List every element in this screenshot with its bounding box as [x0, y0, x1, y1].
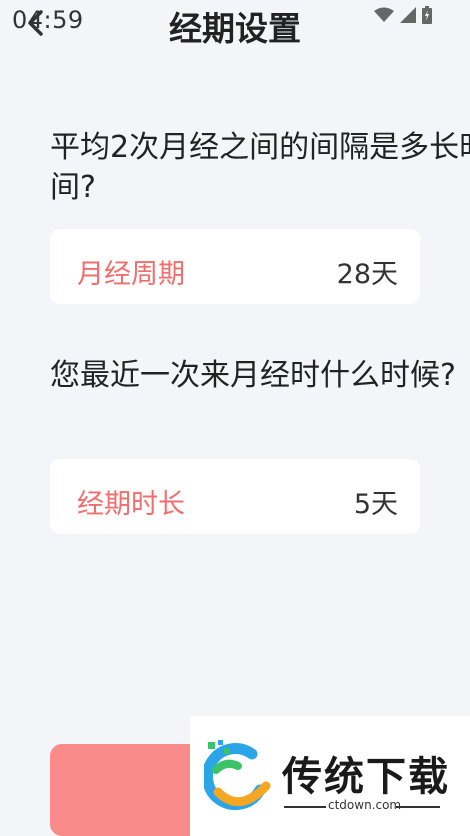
watermark-logo-icon: [204, 740, 271, 811]
watermark-divider-left: [284, 806, 326, 808]
cycle-length-card[interactable]: 月经周期 28天: [50, 229, 420, 304]
cycle-question: 平均2次月经之间的间隔是多长时间?: [50, 130, 470, 205]
period-length-label: 经期时长: [77, 489, 185, 520]
watermark-divider-right: [396, 806, 440, 808]
cycle-length-value: 28天: [336, 259, 398, 290]
watermark: 传统下载 ctdown.com: [190, 716, 470, 836]
page-title: 经期设置: [169, 9, 301, 48]
cycle-length-label: 月经周期: [77, 259, 185, 290]
watermark-url: ctdown.com: [328, 798, 402, 812]
period-length-value: 5天: [353, 489, 398, 520]
period-length-card[interactable]: 经期时长 5天: [50, 459, 420, 534]
watermark-title: 传统下载: [282, 754, 450, 800]
period-question: 您最近一次来月经时什么时候?: [50, 358, 456, 393]
